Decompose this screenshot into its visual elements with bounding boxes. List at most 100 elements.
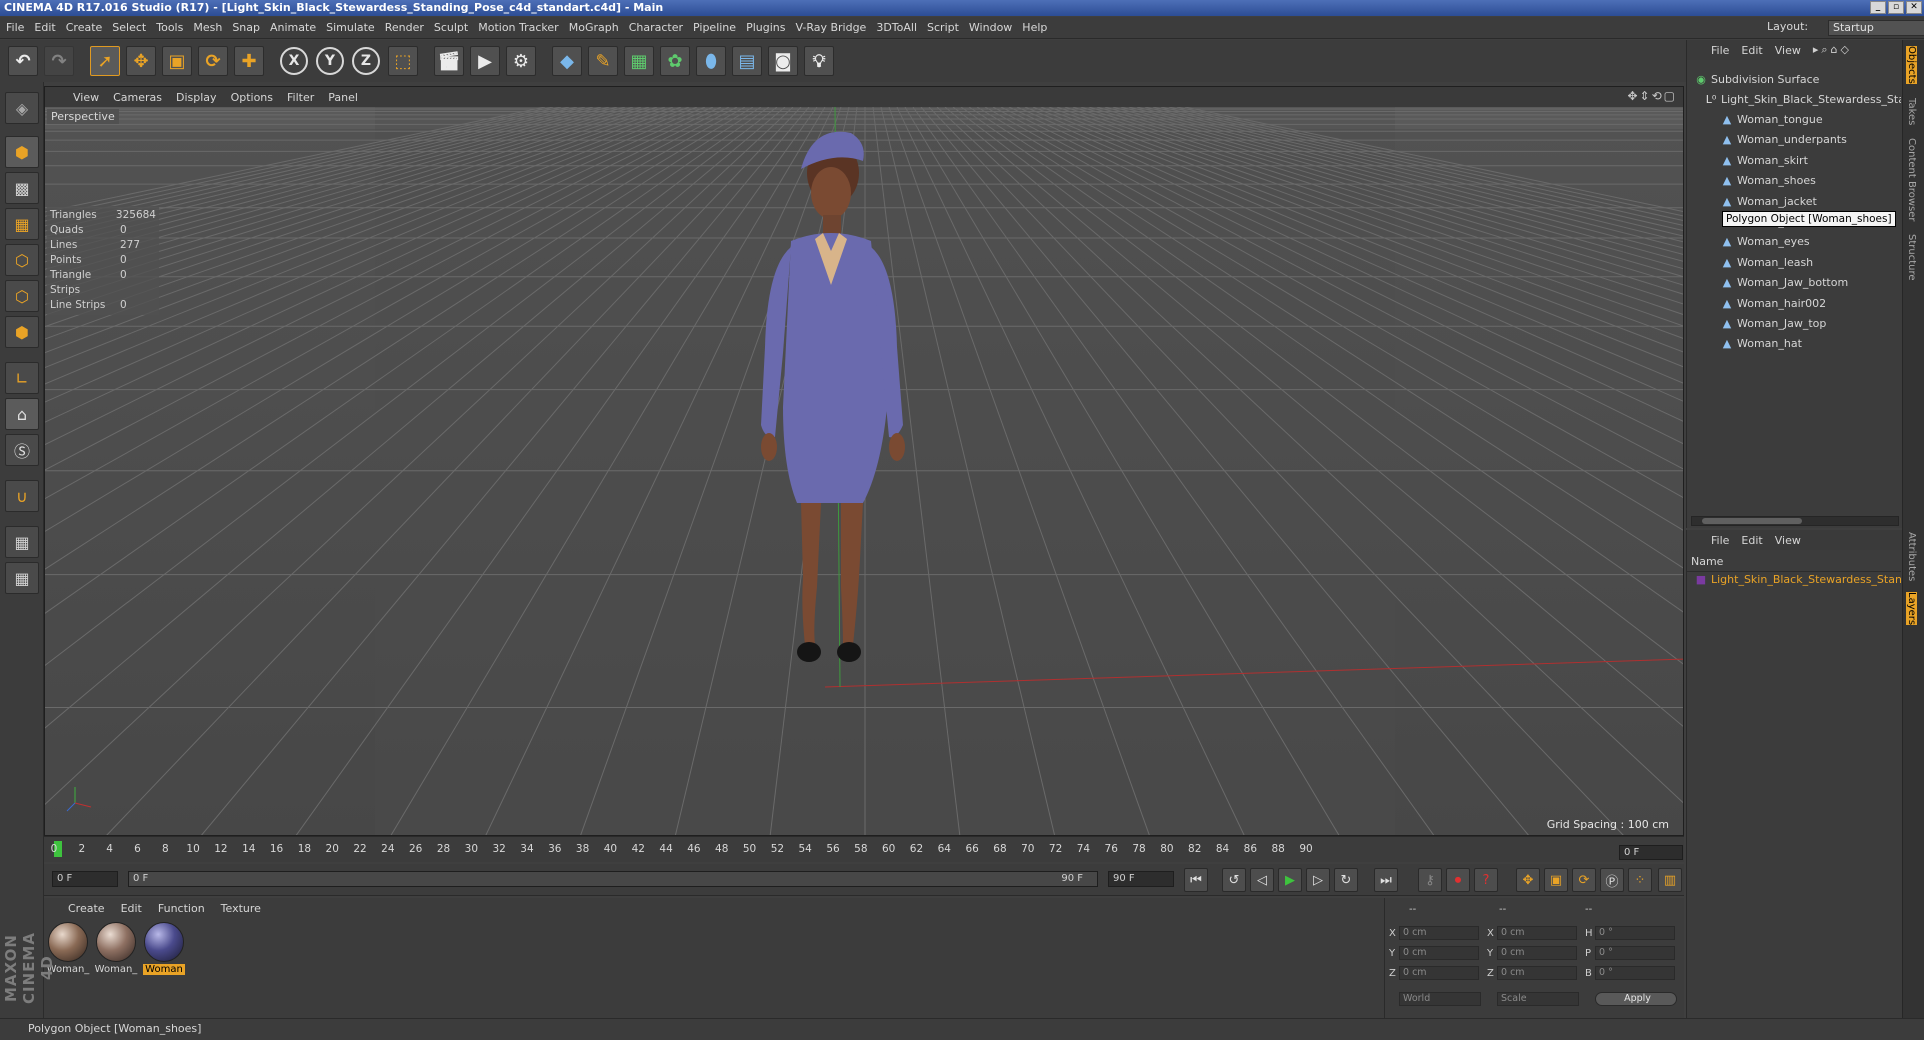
object-row-group[interactable]: L⁰ Light_Skin_Black_Stewardess_Stan bbox=[1687, 90, 1901, 110]
key-scale-button[interactable]: ▣ bbox=[1544, 868, 1568, 892]
previous-frame-button[interactable]: ◁ bbox=[1250, 868, 1274, 892]
minimize-button[interactable]: _ bbox=[1870, 1, 1886, 14]
material-swatch[interactable]: Woman_ bbox=[94, 922, 138, 975]
viewport-menu-display[interactable]: Display bbox=[176, 91, 217, 104]
object-row[interactable]: ▲ Woman_hat bbox=[1687, 334, 1901, 354]
add-floor-button[interactable]: ▤ bbox=[732, 46, 762, 76]
key-parameter-button[interactable]: Ⓟ bbox=[1600, 868, 1624, 892]
recent-tool-button[interactable]: ✚ bbox=[234, 46, 264, 76]
key-position-button[interactable]: ✥ bbox=[1516, 868, 1540, 892]
menu-file[interactable]: File bbox=[6, 21, 24, 34]
tab-structure[interactable]: Structure bbox=[1906, 234, 1917, 281]
menu-animate[interactable]: Animate bbox=[270, 21, 316, 34]
workplane-mode-button[interactable]: ▦ bbox=[5, 208, 39, 240]
menu-pipeline[interactable]: Pipeline bbox=[693, 21, 736, 34]
camera-label[interactable]: Perspective bbox=[47, 109, 119, 124]
material-menu-create[interactable]: Create bbox=[68, 902, 105, 915]
key-rotation-button[interactable]: ⟳ bbox=[1572, 868, 1596, 892]
polygons-mode-button[interactable]: ⬢ bbox=[5, 316, 39, 348]
viewport-navigation-icons[interactable]: ✥⇕⟲▢ bbox=[1627, 89, 1677, 103]
layer-menu-view[interactable]: View bbox=[1775, 534, 1801, 547]
current-frame-field[interactable]: 0 F bbox=[1619, 845, 1683, 860]
viewport-menu-options[interactable]: Options bbox=[231, 91, 273, 104]
tab-layers[interactable]: Layers bbox=[1906, 592, 1917, 626]
key-pla-button[interactable]: ⁘ bbox=[1628, 868, 1652, 892]
menu-script[interactable]: Script bbox=[927, 21, 959, 34]
rotate-button[interactable]: ⟳ bbox=[198, 46, 228, 76]
material-swatch-selected[interactable]: Woman bbox=[142, 922, 186, 975]
position-z-field[interactable]: 0 cm bbox=[1399, 966, 1479, 980]
menu-create[interactable]: Create bbox=[66, 21, 103, 34]
menu-plugins[interactable]: Plugins bbox=[746, 21, 785, 34]
play-button[interactable]: ▶ bbox=[1278, 868, 1302, 892]
object-row-subdivision[interactable]: ◉ Subdivision Surface bbox=[1687, 70, 1901, 90]
layer-menu-edit[interactable]: Edit bbox=[1741, 534, 1762, 547]
tab-objects[interactable]: Objects bbox=[1906, 46, 1917, 84]
add-cube-button[interactable]: ◆ bbox=[552, 46, 582, 76]
menu-tools[interactable]: Tools bbox=[156, 21, 183, 34]
workplane-align-button[interactable]: ▦ bbox=[5, 562, 39, 594]
menu-help[interactable]: Help bbox=[1022, 21, 1047, 34]
go-to-end-button[interactable]: ⏭ bbox=[1374, 868, 1398, 892]
material-menu-edit[interactable]: Edit bbox=[121, 902, 142, 915]
points-mode-button[interactable]: ⬡ bbox=[5, 244, 39, 276]
menu-mesh[interactable]: Mesh bbox=[193, 21, 222, 34]
next-frame-button[interactable]: ▷ bbox=[1306, 868, 1330, 892]
menu-mograph[interactable]: MoGraph bbox=[569, 21, 619, 34]
layout-select[interactable]: Startup bbox=[1828, 20, 1924, 36]
menu-3dtoall[interactable]: 3DToAll bbox=[876, 21, 917, 34]
menu-window[interactable]: Window bbox=[969, 21, 1012, 34]
coordinate-system-button[interactable]: ⬚ bbox=[388, 46, 418, 76]
object-row[interactable]: ▲ Woman_underpants bbox=[1687, 130, 1901, 150]
edges-mode-button[interactable]: ⬡ bbox=[5, 280, 39, 312]
material-menu-texture[interactable]: Texture bbox=[221, 902, 261, 915]
add-pen-button[interactable]: ✎ bbox=[588, 46, 618, 76]
axis-mode-button[interactable]: ∟ bbox=[5, 362, 39, 394]
end-frame-field[interactable]: 90 F bbox=[1108, 871, 1174, 887]
timeline-ruler[interactable]: 0 2 4 6 8 10 12 14 16 18 20 22 24 26 28 30 32 34 36 38 40 42 4… bbox=[44, 836, 1684, 862]
rotation-b-field[interactable]: 0 ° bbox=[1595, 966, 1675, 980]
menu-select[interactable]: Select bbox=[112, 21, 146, 34]
render-view-button[interactable]: 🎬︎ bbox=[434, 46, 464, 76]
make-editable-button[interactable]: ◈ bbox=[5, 92, 39, 124]
object-row[interactable]: ▲ Woman_eyes bbox=[1687, 232, 1901, 252]
rotation-h-field[interactable]: 0 ° bbox=[1595, 926, 1675, 940]
tab-attributes[interactable]: Attributes bbox=[1906, 532, 1917, 581]
close-button[interactable]: ✕ bbox=[1906, 1, 1922, 14]
menu-snap[interactable]: Snap bbox=[232, 21, 260, 34]
redo-button[interactable]: ↷ bbox=[44, 46, 74, 76]
z-axis-lock-button[interactable]: Z bbox=[352, 47, 380, 75]
render-settings-button[interactable]: ⚙ bbox=[506, 46, 536, 76]
texture-mode-button[interactable]: ▩ bbox=[5, 172, 39, 204]
render-picture-viewer-button[interactable]: ▶ bbox=[470, 46, 500, 76]
object-row[interactable]: ▲ Woman_skirt bbox=[1687, 151, 1901, 171]
layer-row[interactable]: ■ Light_Skin_Black_Stewardess_Stand bbox=[1687, 570, 1901, 590]
menu-sculpt[interactable]: Sculpt bbox=[434, 21, 468, 34]
add-deformer-button[interactable]: ⬮ bbox=[696, 46, 726, 76]
object-row[interactable]: ▲ Woman_Jaw_top bbox=[1687, 314, 1901, 334]
object-menu-edit[interactable]: Edit bbox=[1741, 44, 1762, 57]
object-manager-scrollbar[interactable] bbox=[1691, 516, 1899, 526]
maximize-button[interactable]: ▫ bbox=[1888, 1, 1904, 14]
add-cloner-button[interactable]: ✿ bbox=[660, 46, 690, 76]
menu-simulate[interactable]: Simulate bbox=[326, 21, 375, 34]
layer-menu-file[interactable]: File bbox=[1711, 534, 1729, 547]
start-frame-field[interactable]: 0 F bbox=[52, 871, 118, 887]
viewport-menu-cameras[interactable]: Cameras bbox=[113, 91, 162, 104]
live-selection-button[interactable]: ➚ bbox=[90, 46, 120, 76]
object-menu-file[interactable]: File bbox=[1711, 44, 1729, 57]
object-row[interactable]: ▲ Woman_leash bbox=[1687, 253, 1901, 273]
timeline-window-button[interactable]: ▥ bbox=[1658, 868, 1682, 892]
coord-system-dropdown[interactable]: World bbox=[1399, 992, 1481, 1006]
viewport-menu-filter[interactable]: Filter bbox=[287, 91, 314, 104]
tab-content-browser[interactable]: Content Browser bbox=[1906, 138, 1917, 221]
apply-button[interactable]: Apply bbox=[1595, 992, 1677, 1006]
object-row[interactable]: ▲ Woman_Jaw_bottom bbox=[1687, 273, 1901, 293]
scale-button[interactable]: ▣ bbox=[162, 46, 192, 76]
material-menu-function[interactable]: Function bbox=[158, 902, 205, 915]
position-y-field[interactable]: 0 cm bbox=[1399, 946, 1479, 960]
move-button[interactable]: ✥ bbox=[126, 46, 156, 76]
x-axis-lock-button[interactable]: X bbox=[280, 47, 308, 75]
add-subdivision-button[interactable]: ▦ bbox=[624, 46, 654, 76]
previous-key-button[interactable]: ↺ bbox=[1222, 868, 1246, 892]
